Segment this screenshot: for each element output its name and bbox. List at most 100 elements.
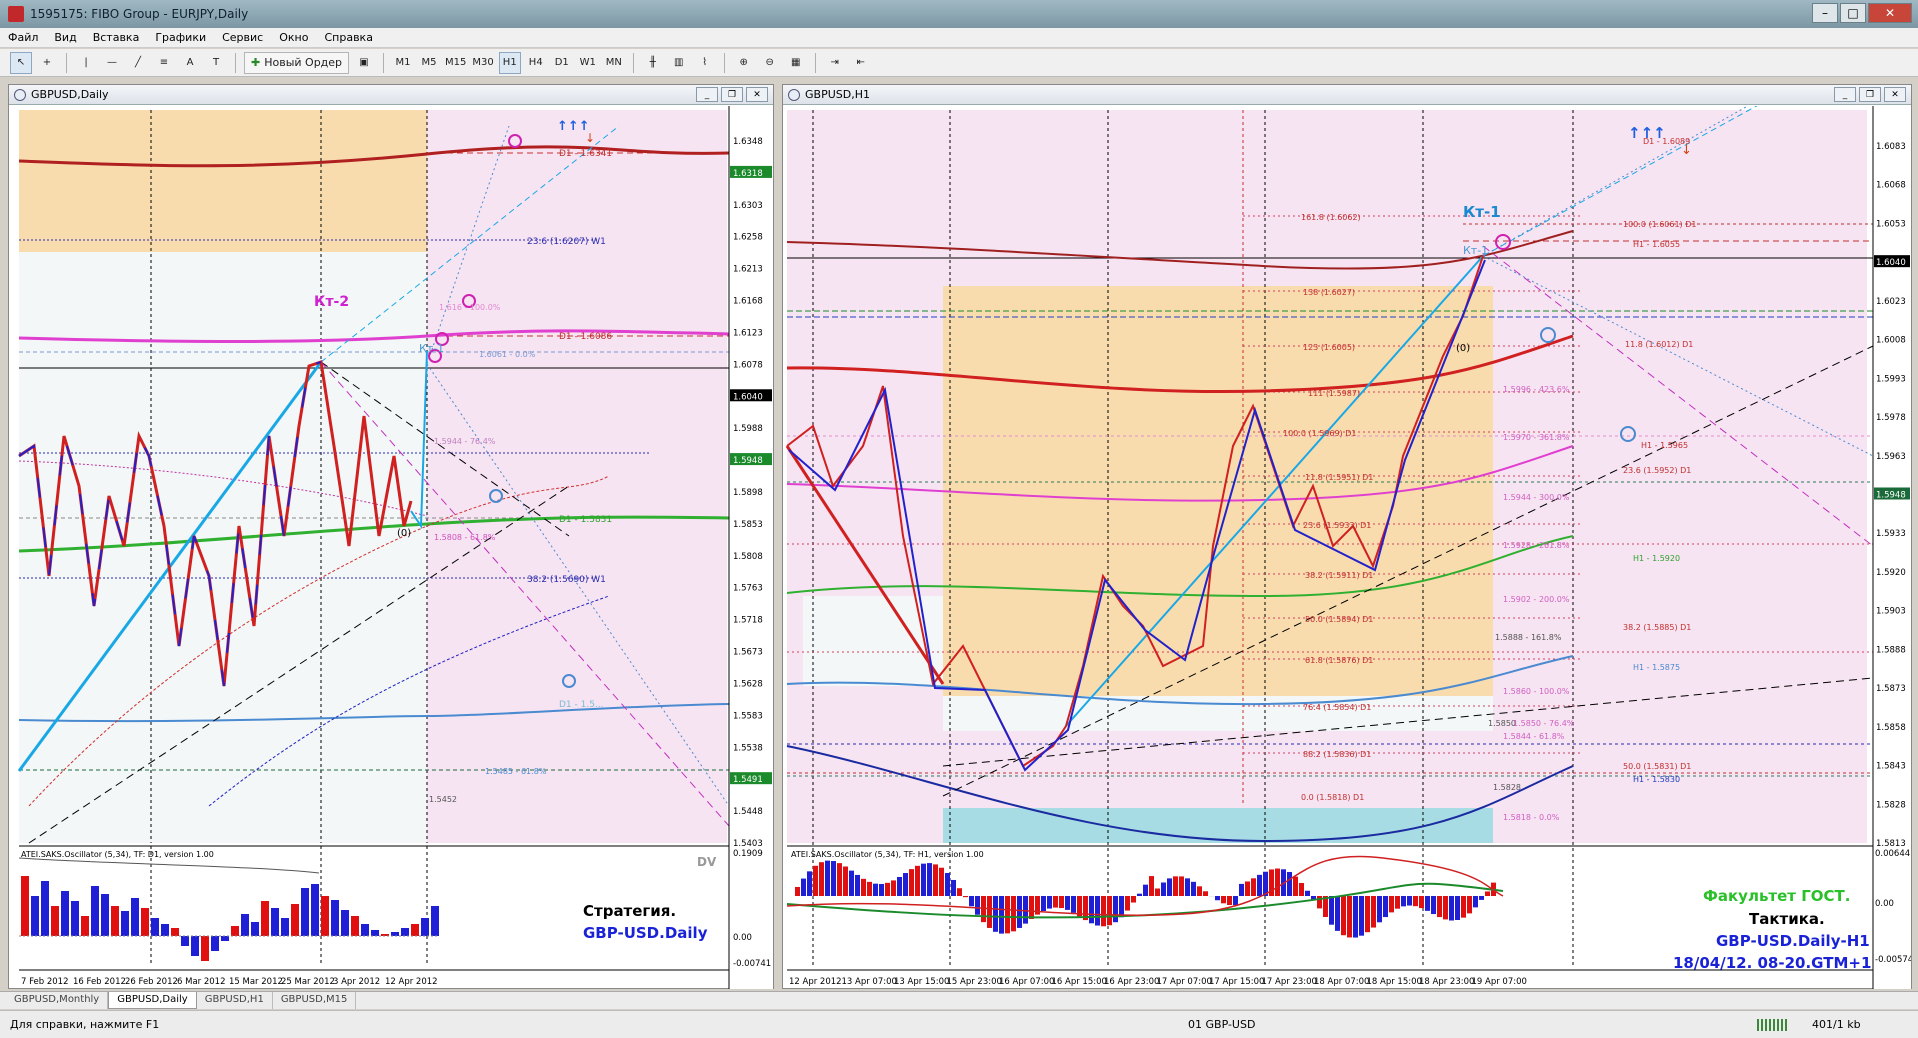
tf-mn-button[interactable]: MN — [603, 52, 625, 74]
osc-bar — [933, 864, 938, 896]
osc-bar — [1413, 896, 1418, 907]
price-tick: 1.6008 — [1876, 336, 1906, 346]
line-chart-icon[interactable]: ⌇ — [694, 52, 716, 74]
text-icon[interactable]: A — [179, 52, 201, 74]
chart-minimize-button[interactable]: _ — [696, 87, 718, 102]
osc-bar — [1047, 896, 1052, 909]
tf-w1-button[interactable]: W1 — [577, 52, 599, 74]
new-order-icon: ✚ — [251, 56, 261, 69]
osc-bar — [211, 936, 219, 951]
date-tick: 18 Apr 15:00 — [1367, 977, 1422, 987]
osc-bar — [963, 896, 968, 898]
daily-chart-svg[interactable]: ↑↑↑ ↓ D1 - 1.6341 23.6 (1.6207) W1 Кт-2 … — [9, 106, 773, 989]
menu-charts[interactable]: Графики — [155, 31, 206, 44]
menu-file[interactable]: Файл — [8, 31, 38, 44]
tab-gbpusd-daily[interactable]: GBPUSD,Daily — [108, 992, 197, 1009]
zoom-in-icon[interactable]: ⊕ — [733, 52, 755, 74]
osc-bar — [795, 886, 800, 896]
date-tick: 18 Apr 07:00 — [1314, 977, 1369, 987]
candle-chart-icon[interactable]: ▥ — [668, 52, 690, 74]
label-fib-111: 111 (1.5987) — [1308, 389, 1360, 398]
osc-bar — [1443, 896, 1448, 920]
tf-h1-button[interactable]: H1 — [498, 51, 521, 74]
osc-bar — [1377, 896, 1382, 923]
date-tick: 15 Mar 2012 — [229, 977, 283, 987]
minimize-button[interactable]: – — [1812, 3, 1838, 23]
label-h1-6055: H1 - 1.6055 — [1633, 240, 1680, 249]
menu-view[interactable]: Вид — [54, 31, 76, 44]
h1-chart-svg[interactable]: ↑↑↑ ↓ Кт-1 Кт-1 D1 - 1.6089 161.8 (1.606… — [783, 106, 1911, 989]
menu-tools[interactable]: Сервис — [222, 31, 263, 44]
osc-bar — [221, 936, 229, 941]
tile-windows-icon[interactable]: ▦ — [785, 52, 807, 74]
trendline-icon[interactable]: ╱ — [127, 52, 149, 74]
price-tick: 1.5888 — [1876, 645, 1906, 655]
vertical-line-icon[interactable]: | — [75, 52, 97, 74]
osc-bar — [849, 870, 854, 896]
label-price-5850: 1.5850 — [1488, 719, 1516, 728]
metaeditor-icon[interactable]: ▣ — [353, 52, 375, 74]
text-label-icon[interactable]: T — [205, 52, 227, 74]
tf-d1-button[interactable]: D1 — [551, 52, 573, 74]
chart-restore-button[interactable]: ❐ — [721, 87, 743, 102]
osc-bar — [1107, 896, 1112, 926]
label-fib-3618: 1.5970 - 361.8% — [1503, 433, 1570, 442]
menu-help[interactable]: Справка — [324, 31, 372, 44]
osc-bar — [1005, 896, 1010, 934]
chart-window-daily[interactable]: GBPUSD,Daily _ ❐ ✕ ↑↑↑ ↓ D1 - 1.6341 23.… — [8, 84, 774, 989]
osc-bar — [1371, 896, 1376, 928]
tab-gbpusd-h1[interactable]: GBPUSD,H1 — [197, 992, 273, 1009]
price-tick: 1.5858 — [1876, 723, 1906, 733]
osc-dv: DV — [697, 855, 717, 869]
tab-gbpusd-monthly[interactable]: GBPUSD,Monthly — [6, 992, 109, 1009]
horizontal-line-icon[interactable]: — — [101, 52, 123, 74]
maximize-button[interactable]: □ — [1840, 3, 1866, 23]
bar-chart-icon[interactable]: ╫ — [642, 52, 664, 74]
osc-bar — [1215, 896, 1220, 901]
cursor-icon[interactable]: ↖ — [10, 51, 32, 74]
osc-bar — [1185, 878, 1190, 896]
chart-close-button[interactable]: ✕ — [1884, 87, 1906, 102]
tf-m15-button[interactable]: M15 — [444, 52, 467, 74]
label-h1-5875: H1 - 1.5875 — [1633, 663, 1680, 672]
chart-window-h1[interactable]: GBPUSD,H1 _ ❐ ✕ ↑↑↑ ↓ Кт-1 Кт-1 D1 - 1.6… — [782, 84, 1912, 989]
osc-bar — [1275, 868, 1280, 896]
osc-bar — [321, 896, 329, 936]
tf-m5-button[interactable]: M5 — [418, 52, 440, 74]
new-order-button[interactable]: ✚ Новый Ордер — [244, 51, 350, 74]
price-tick: 1.5933 — [1876, 529, 1906, 539]
osc-bar — [975, 896, 980, 915]
tf-h4-button[interactable]: H4 — [525, 52, 547, 74]
connection-bars-icon — [1757, 1019, 1787, 1031]
zoom-out-icon[interactable]: ⊖ — [759, 52, 781, 74]
label-price-5452: 1.5452 — [429, 795, 457, 804]
chart-shift-icon[interactable]: ⇤ — [850, 52, 872, 74]
osc-bar — [1011, 896, 1016, 932]
osc-bar — [1353, 896, 1358, 938]
menu-insert[interactable]: Вставка — [93, 31, 140, 44]
crosshair-icon[interactable]: + — [36, 52, 58, 74]
support-zone — [943, 808, 1493, 843]
date-tick: 17 Apr 15:00 — [1209, 977, 1264, 987]
date-axis: 12 Apr 2012 13 Apr 07:0013 Apr 15:0015 Ap… — [789, 977, 1527, 987]
label-fib-500: 50.0 (1.5894) D1 — [1305, 615, 1373, 624]
label-fib-764: 76.4 (1.5854) D1 — [1303, 703, 1371, 712]
osc-bar — [1395, 896, 1400, 909]
tf-m30-button[interactable]: M30 — [471, 52, 494, 74]
close-button[interactable]: ✕ — [1868, 3, 1912, 23]
tf-m1-button[interactable]: M1 — [392, 52, 414, 74]
price-tick: 1.6318 — [733, 169, 763, 179]
price-tick: 1.5843 — [1876, 762, 1906, 772]
chart-close-button[interactable]: ✕ — [746, 87, 768, 102]
channel-icon[interactable]: ≡ — [153, 52, 175, 74]
chart-minimize-button[interactable]: _ — [1834, 87, 1856, 102]
menu-window[interactable]: Окно — [279, 31, 308, 44]
label-fib-382: 38.2 (1.5911) D1 — [1305, 571, 1373, 580]
label-kt1-big: Кт-1 — [1463, 203, 1501, 221]
price-tick: 1.6123 — [733, 328, 763, 338]
autoscroll-icon[interactable]: ⇥ — [824, 52, 846, 74]
chart-restore-button[interactable]: ❐ — [1859, 87, 1881, 102]
label-fib-123: 123 (1.6005) — [1303, 343, 1355, 352]
tab-gbpusd-m15[interactable]: GBPUSD,M15 — [273, 992, 357, 1009]
osc-bar — [837, 863, 842, 896]
